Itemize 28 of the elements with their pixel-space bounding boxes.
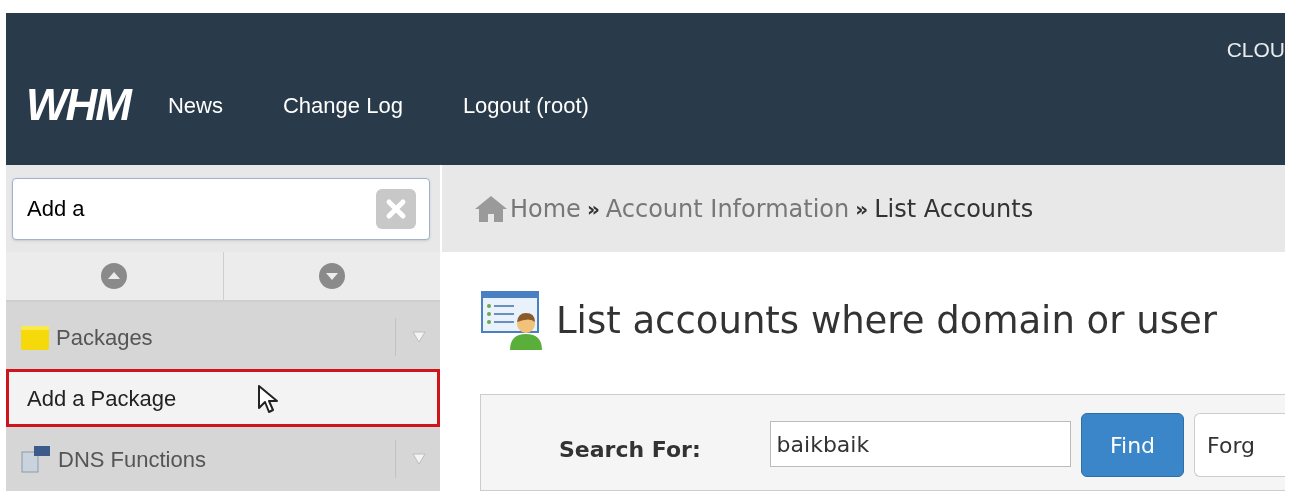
breadcrumb-link[interactable]: Account Information	[605, 190, 850, 227]
breadcrumb-separator: »	[586, 195, 600, 223]
page-heading: List accounts where domain or user	[556, 301, 1217, 339]
caret-icon	[412, 453, 426, 465]
breadcrumb-current[interactable]: List Accounts	[874, 190, 1034, 227]
whm-logo[interactable]: WHM	[26, 83, 130, 127]
sidebar-item[interactable]: Add a Package	[6, 369, 440, 427]
breadcrumb-separator: »	[855, 195, 869, 223]
search-field[interactable]: Add a	[12, 177, 430, 240]
server-icon	[20, 444, 52, 474]
user-list-icon	[480, 288, 544, 352]
close-icon	[385, 197, 407, 220]
search-input[interactable]: baikbaik	[769, 421, 1071, 467]
nav-link[interactable]: News	[167, 88, 223, 122]
search-label: Search For:	[559, 436, 702, 464]
category-label: DNS Functions	[58, 445, 207, 474]
caret-icon	[412, 331, 426, 343]
category-label: Packages	[56, 323, 154, 352]
nav-link[interactable]: Logout (root)	[462, 88, 589, 122]
header-text: CLOU	[1226, 39, 1285, 60]
form-button[interactable]: Forg	[1194, 413, 1285, 477]
clear-search-button[interactable]	[376, 188, 416, 229]
breadcrumb-link[interactable]: Home	[510, 190, 581, 227]
home-icon	[474, 194, 508, 223]
box-icon	[20, 323, 50, 351]
find-button[interactable]: Find	[1080, 413, 1185, 477]
mouse-pointer-icon	[257, 384, 279, 416]
nav-link[interactable]: Change Log	[283, 88, 403, 122]
